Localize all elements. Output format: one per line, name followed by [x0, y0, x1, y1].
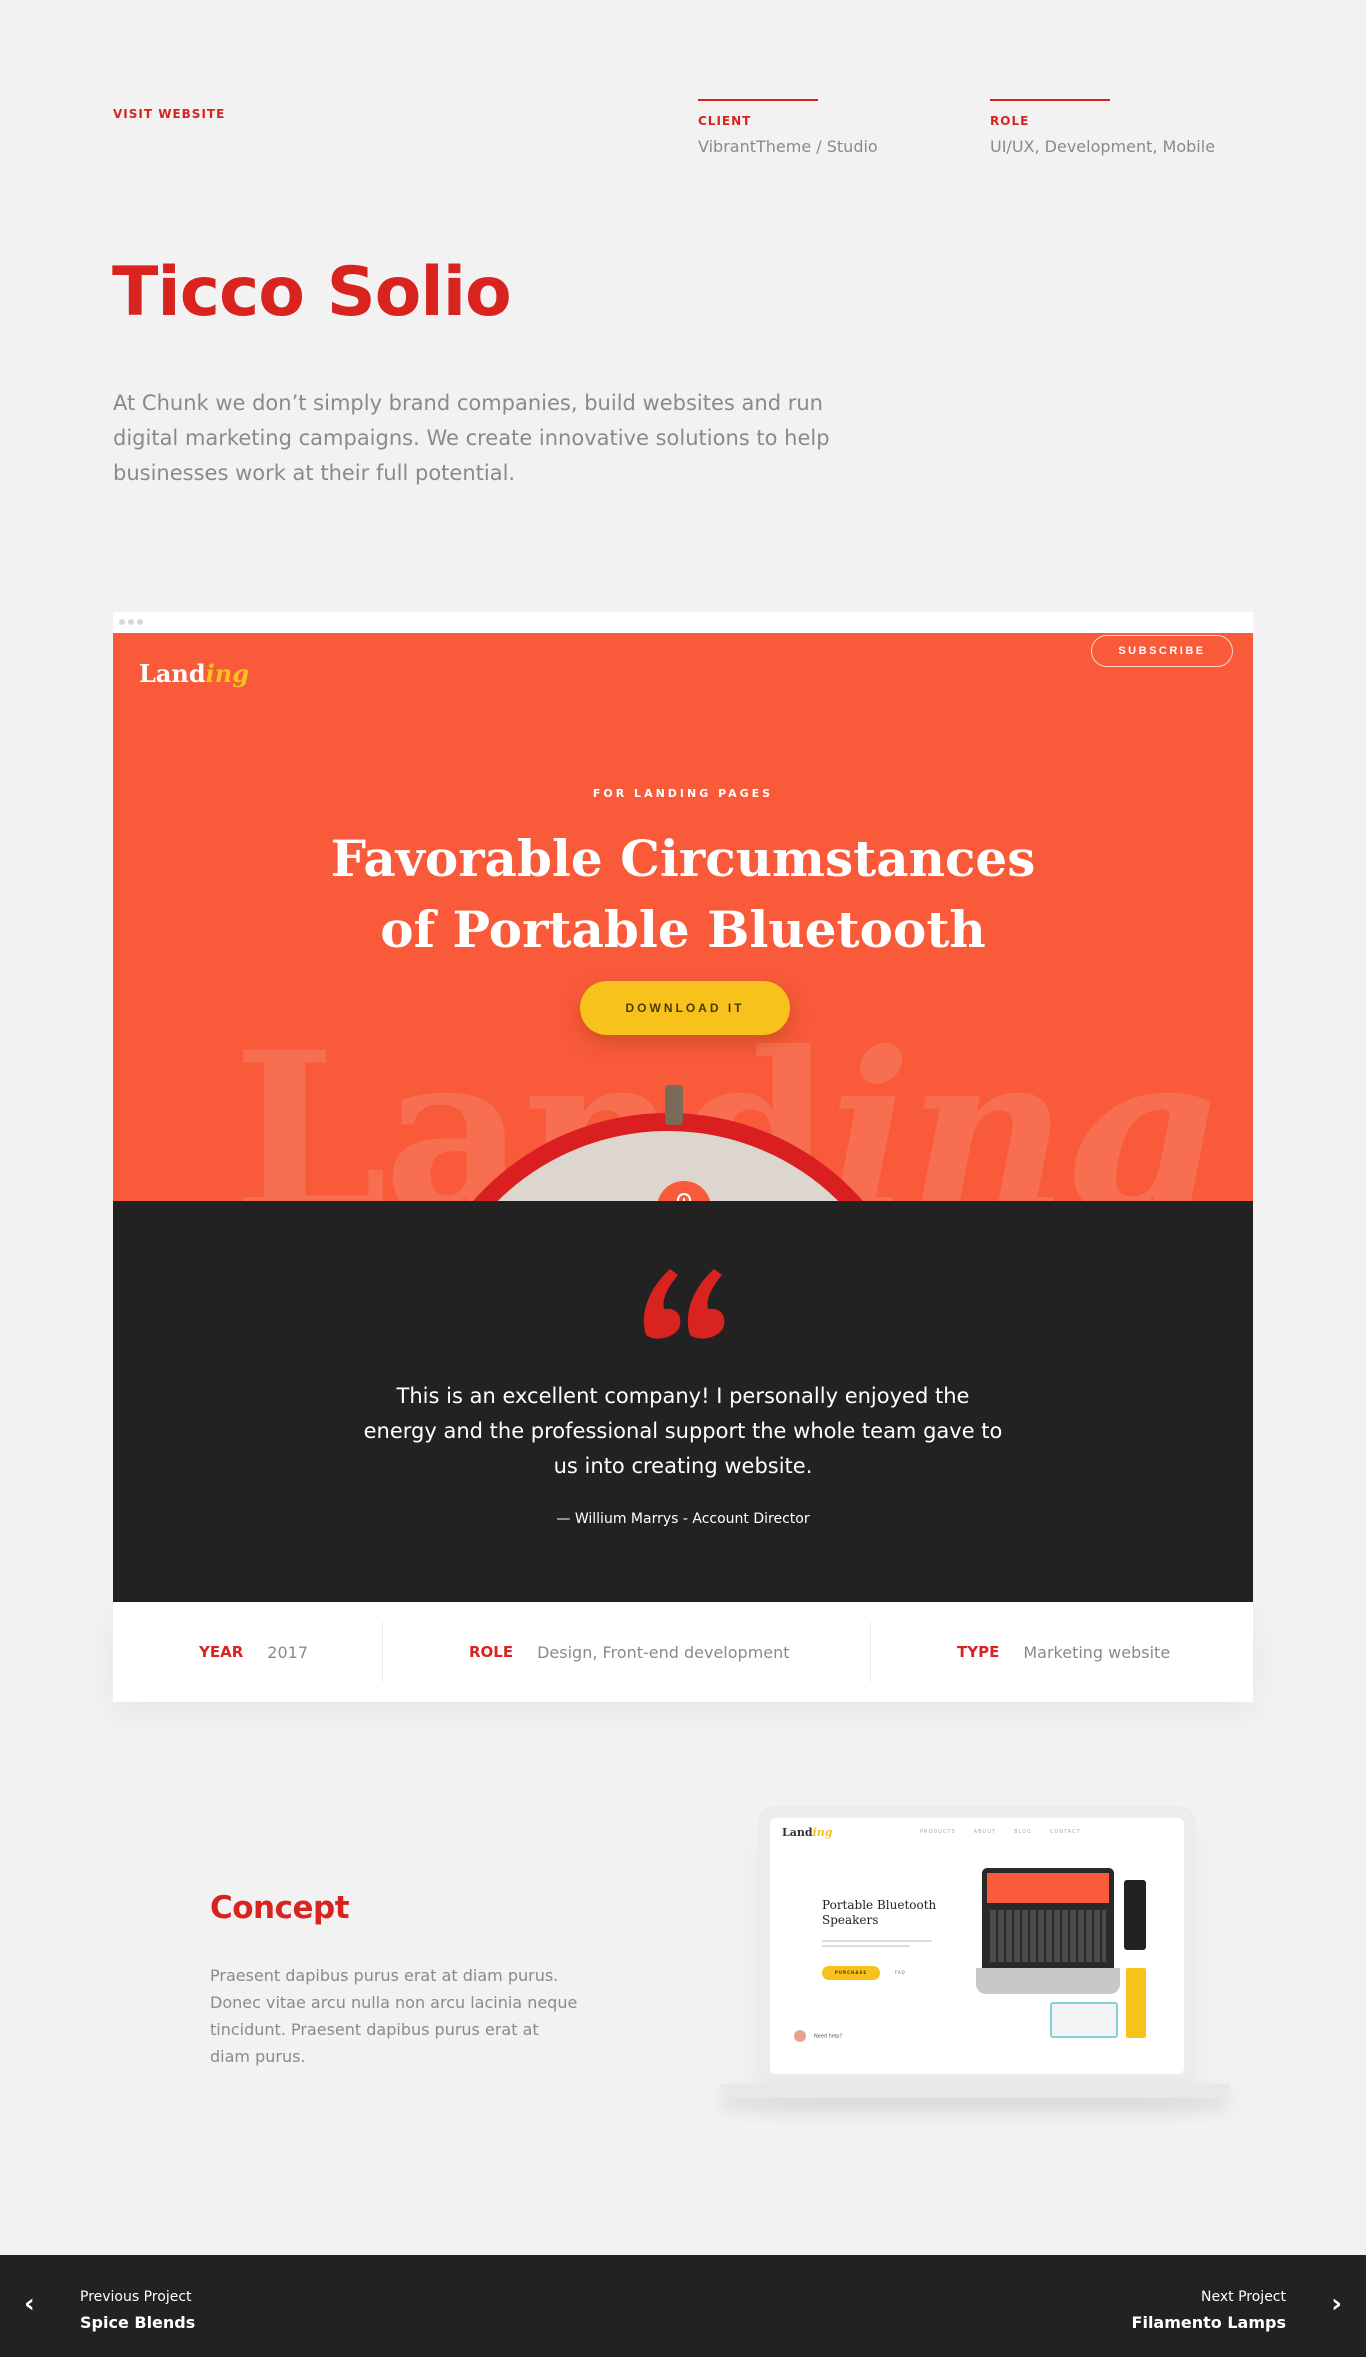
concept-title: Concept [210, 1890, 350, 1926]
concept-text: Praesent dapibus purus erat at diam puru… [210, 1966, 578, 2066]
previous-project-link[interactable]: Previous Project Spice Blends [80, 2289, 195, 2332]
hero-eyebrow: FOR LANDING PAGES [592, 787, 774, 800]
browser-dot-icon [137, 619, 143, 625]
hero-headline: Favorable Circumstances of Portable Blue… [113, 823, 1253, 965]
previous-label: Previous Project [80, 2289, 192, 2305]
role-label: ROLE [990, 114, 1030, 128]
previous-title: Spice Blends [80, 2313, 196, 2332]
client-block: CLIENT VibrantTheme / Studio [698, 99, 878, 156]
chevron-left-icon[interactable]: ‹ [24, 2291, 46, 2317]
fact-divider [382, 1622, 383, 1682]
mini-headline: Portable Bluetooth Speakers [822, 1898, 937, 1927]
mouse-icon [677, 1193, 691, 1201]
mini-tablet-image [1050, 2002, 1118, 2038]
mini-purchase-button: PURCHASE [822, 1966, 880, 1980]
fact-role: ROLE Design, Front-end development [469, 1602, 790, 1702]
mini-nav-item: CONTACT [1049, 1829, 1081, 1835]
project-intro: At Chunk we don’t simply brand companies… [113, 391, 830, 485]
mini-nav-item: ABOUT [973, 1829, 997, 1835]
fact-role-value: Design, Front-end development [537, 1642, 790, 1662]
testimonial-author: — Willium Marrys - Account Director [556, 1511, 810, 1527]
mini-faq-link: FAQ [895, 1970, 906, 1975]
concept-image: Landing PRODUCTS ABOUT BLOG CONTACT Port… [720, 1812, 1230, 2102]
quote-icon [643, 1269, 725, 1339]
testimonial-quote: This is an excellent company! I personal… [363, 1384, 1003, 1478]
visit-website-link[interactable]: VISIT WEBSITE [113, 107, 225, 121]
hero-headline-line2: of Portable Bluetooth [380, 900, 986, 959]
subscribe-button[interactable]: SUBSCRIBE [1091, 635, 1233, 667]
project-title: Ticco Solio [112, 253, 512, 332]
year-value: 2017 [267, 1642, 308, 1662]
chevron-right-icon[interactable]: › [1320, 2291, 1342, 2317]
hero-headline-line1: Favorable Circumstances [330, 829, 1036, 888]
next-label: Next Project [1201, 2289, 1286, 2305]
fact-role-label: ROLE [469, 1643, 514, 1661]
browser-dot-icon [119, 619, 125, 625]
project-navigation: ‹ Previous Project Spice Blends Next Pro… [0, 2255, 1366, 2357]
year-label: YEAR [199, 1643, 244, 1661]
mini-nav: PRODUCTS ABOUT BLOG CONTACT [920, 1829, 1081, 1835]
mini-laptop-base [976, 1968, 1120, 1994]
speaker-clasp [665, 1085, 683, 1125]
website-mockup: Landing Landing SUBSCRIBE FOR LANDING PA… [113, 612, 1253, 1702]
concept-screen: Landing PRODUCTS ABOUT BLOG CONTACT Port… [770, 1818, 1184, 2074]
fact-type: TYPE Marketing website [957, 1602, 1170, 1702]
client-value: VibrantTheme / Studio [698, 137, 878, 156]
mini-phone-image [1124, 1880, 1146, 1950]
project-facts: YEAR 2017 ROLE Design, Front-end develop… [113, 1602, 1253, 1702]
fact-divider [870, 1622, 871, 1682]
type-value: Marketing website [1023, 1642, 1171, 1662]
mini-laptop-image [982, 1868, 1114, 1968]
type-label: TYPE [957, 1643, 1000, 1661]
project-meta: VISIT WEBSITE CLIENT VibrantTheme / Stud… [0, 0, 1366, 170]
hero-section: Landing Landing SUBSCRIBE FOR LANDING PA… [113, 633, 1253, 1201]
mini-yellow-device [1126, 1968, 1146, 2038]
mini-copy [822, 1940, 932, 1952]
landing-logo[interactable]: Landing [139, 659, 249, 688]
browser-dot-icon [128, 619, 134, 625]
mini-logo: Landing [782, 1826, 833, 1839]
client-accent-bar [698, 99, 818, 101]
role-block: ROLE UI/UX, Development, Mobile [990, 99, 1215, 156]
testimonial-section: This is an excellent company! I personal… [113, 1201, 1253, 1602]
fact-year: YEAR 2017 [199, 1602, 308, 1702]
role-value: UI/UX, Development, Mobile [990, 137, 1216, 156]
role-accent-bar [990, 99, 1110, 101]
browser-bar [113, 612, 1253, 633]
client-label: CLIENT [698, 114, 752, 128]
mini-nav-item: PRODUCTS [920, 1829, 956, 1835]
next-title: Filamento Lamps [1131, 2313, 1286, 2332]
download-button[interactable]: DOWNLOAD IT [580, 981, 790, 1035]
next-project-link[interactable]: Next Project Filamento Lamps [1132, 2289, 1286, 2332]
mini-help: Need help? [794, 2030, 842, 2042]
mini-nav-item: BLOG [1014, 1829, 1032, 1835]
avatar [794, 2030, 806, 2042]
laptop-base [720, 2084, 1230, 2098]
